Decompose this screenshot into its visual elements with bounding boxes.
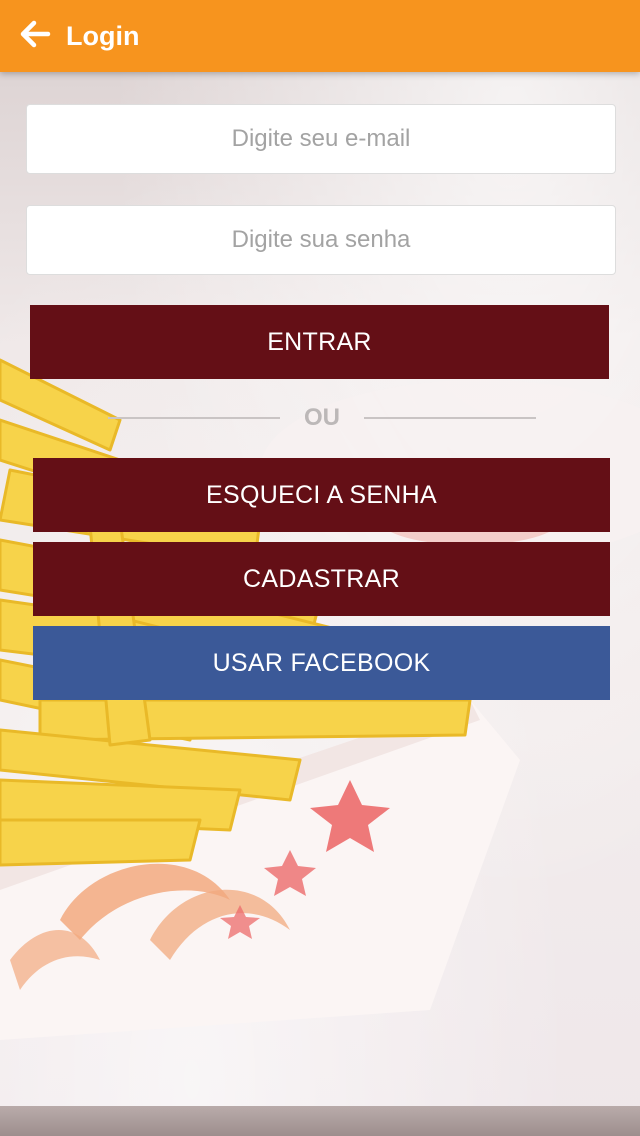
password-field[interactable] [27,205,615,275]
bottom-edge [0,1106,640,1136]
login-button[interactable]: ENTRAR [30,305,609,379]
separator-text: OU [304,404,340,431]
separator-line-left [108,417,280,419]
separator-line-right [364,417,536,419]
facebook-login-button[interactable]: USAR FACEBOOK [33,626,610,700]
page-title: Login [66,20,140,51]
email-field[interactable] [27,104,615,174]
register-button[interactable]: CADASTRAR [33,542,610,616]
email-field-container [26,104,616,174]
forgot-password-button[interactable]: ESQUECI A SENHA [33,458,610,532]
password-field-container [26,205,616,275]
back-button[interactable] [8,0,64,72]
app-header: Login [0,0,640,72]
arrow-left-icon [18,16,54,57]
or-separator: OU [108,398,536,438]
